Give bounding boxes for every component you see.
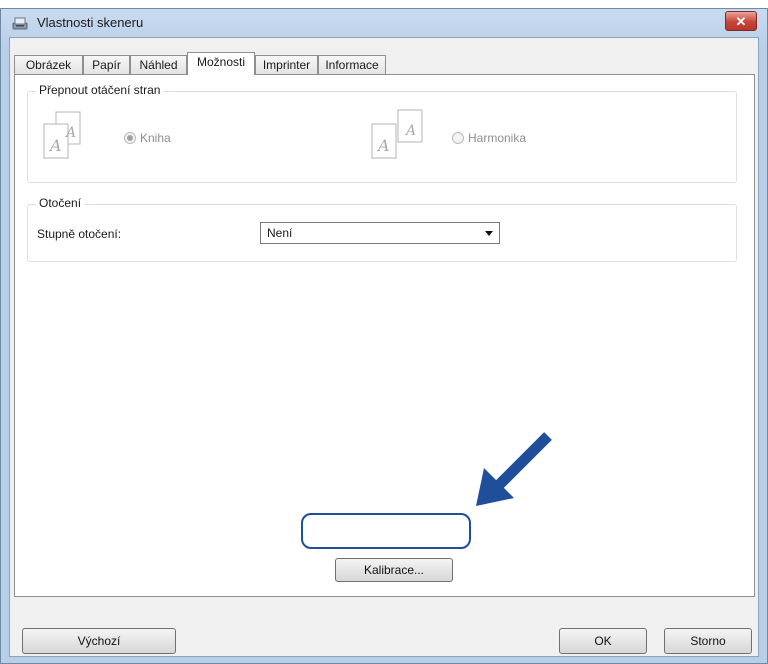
ok-button[interactable]: OK: [559, 628, 647, 654]
scanner-properties-window: Vlastnosti skeneru ✕ Obrázek Papír Náhle…: [0, 8, 768, 664]
document-page-icon: A A: [368, 108, 428, 162]
tab-moznosti[interactable]: Možnosti: [187, 52, 255, 75]
rotation-degrees-select[interactable]: Není: [260, 222, 500, 244]
book-radio-label: Kniha: [140, 131, 171, 145]
cancel-button[interactable]: Storno: [664, 628, 752, 654]
svg-text:A: A: [48, 136, 62, 155]
page-turn-group: Přepnout otáčení stran A A Kniha A A Har…: [27, 83, 737, 183]
default-button[interactable]: Výchozí: [22, 628, 176, 654]
tab-papir[interactable]: Papír: [83, 55, 130, 74]
dialog-client-area: Obrázek Papír Náhled Možnosti Imprinter …: [9, 37, 759, 657]
close-button[interactable]: ✕: [725, 11, 757, 31]
rotation-group-title: Otočení: [36, 196, 85, 210]
svg-text:A: A: [376, 136, 390, 155]
rotation-degrees-value: Není: [267, 226, 293, 240]
window-title: Vlastnosti skeneru: [37, 15, 144, 30]
calibrate-highlight: [301, 513, 471, 549]
tab-nahled[interactable]: Náhled: [130, 55, 187, 74]
fanfold-radio-label: Harmonika: [468, 131, 527, 145]
calibrate-button[interactable]: Kalibrace...: [335, 558, 453, 582]
tab-informace[interactable]: Informace: [318, 55, 386, 74]
svg-text:A: A: [404, 123, 416, 139]
tab-obrazek[interactable]: Obrázek: [14, 55, 83, 74]
svg-text:A: A: [64, 125, 76, 141]
document-page-icon: A A: [42, 110, 84, 164]
title-bar: Vlastnosti skeneru ✕: [1, 9, 767, 37]
rotation-group: Otočení Stupně otočení: Není: [27, 196, 737, 262]
scanner-icon: [11, 14, 29, 32]
tab-imprinter[interactable]: Imprinter: [255, 55, 318, 74]
fanfold-radio[interactable]: [452, 132, 464, 144]
rotation-degrees-label: Stupně otočení:: [37, 227, 122, 241]
chevron-down-icon: [485, 231, 493, 236]
pointer-arrow-icon: [476, 432, 552, 506]
book-radio[interactable]: [124, 132, 136, 144]
page-turn-group-title: Přepnout otáčení stran: [36, 83, 164, 97]
